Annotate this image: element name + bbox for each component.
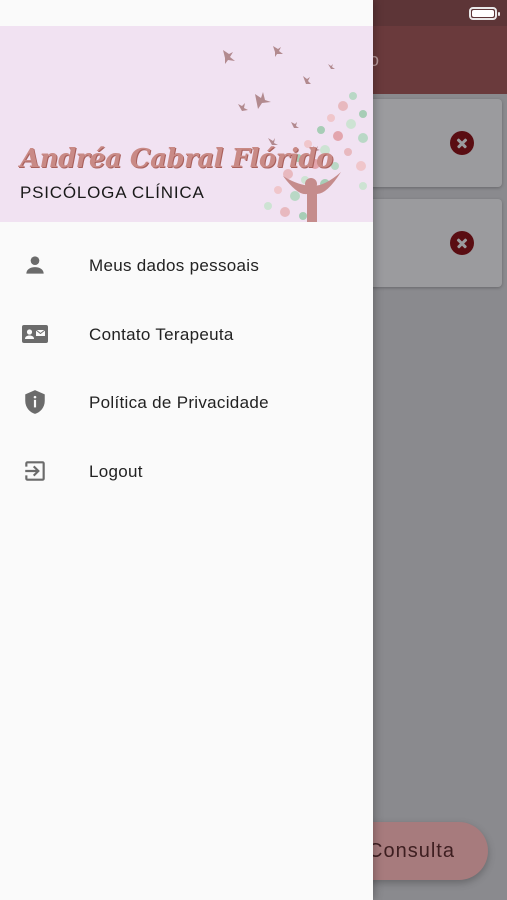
delete-icon — [450, 231, 474, 255]
menu-item-personal-data[interactable]: Meus dados pessoais — [0, 232, 373, 301]
menu-item-label: Política de Privacidade — [89, 393, 269, 412]
menu-item-label: Contato Terapeuta — [89, 324, 234, 344]
appointment-card — [358, 199, 502, 287]
menu-item-label: Logout — [89, 461, 143, 481]
battery-icon — [469, 7, 500, 20]
navigation-drawer: Andréa Cabral Flórido PSICÓLOGA CLÍNICA … — [0, 0, 373, 900]
menu-item-privacy-policy[interactable]: Política de Privacidade — [0, 369, 373, 438]
person-icon — [22, 252, 48, 278]
drawer-menu: Meus dados pessoais Contato Terapeuta Po… — [0, 232, 373, 506]
fab-label: Consulta — [368, 840, 455, 862]
menu-item-therapist-contact[interactable]: Contato Terapeuta — [0, 301, 373, 370]
drawer-status-bar — [0, 0, 373, 26]
logout-icon — [22, 458, 48, 484]
shield-info-icon — [22, 389, 48, 415]
menu-item-logout[interactable]: Logout — [0, 438, 373, 507]
appointment-card — [358, 99, 502, 187]
drawer-header: Andréa Cabral Flórido PSICÓLOGA CLÍNICA — [0, 0, 373, 222]
menu-item-label: Meus dados pessoais — [89, 256, 260, 275]
brand-name: Andréa Cabral Flórido — [20, 144, 333, 174]
delete-icon — [450, 131, 474, 155]
contact-card-icon — [22, 321, 48, 347]
brand-subtitle: PSICÓLOGA CLÍNICA — [20, 183, 205, 202]
tree-birds-illustration — [223, 46, 368, 222]
